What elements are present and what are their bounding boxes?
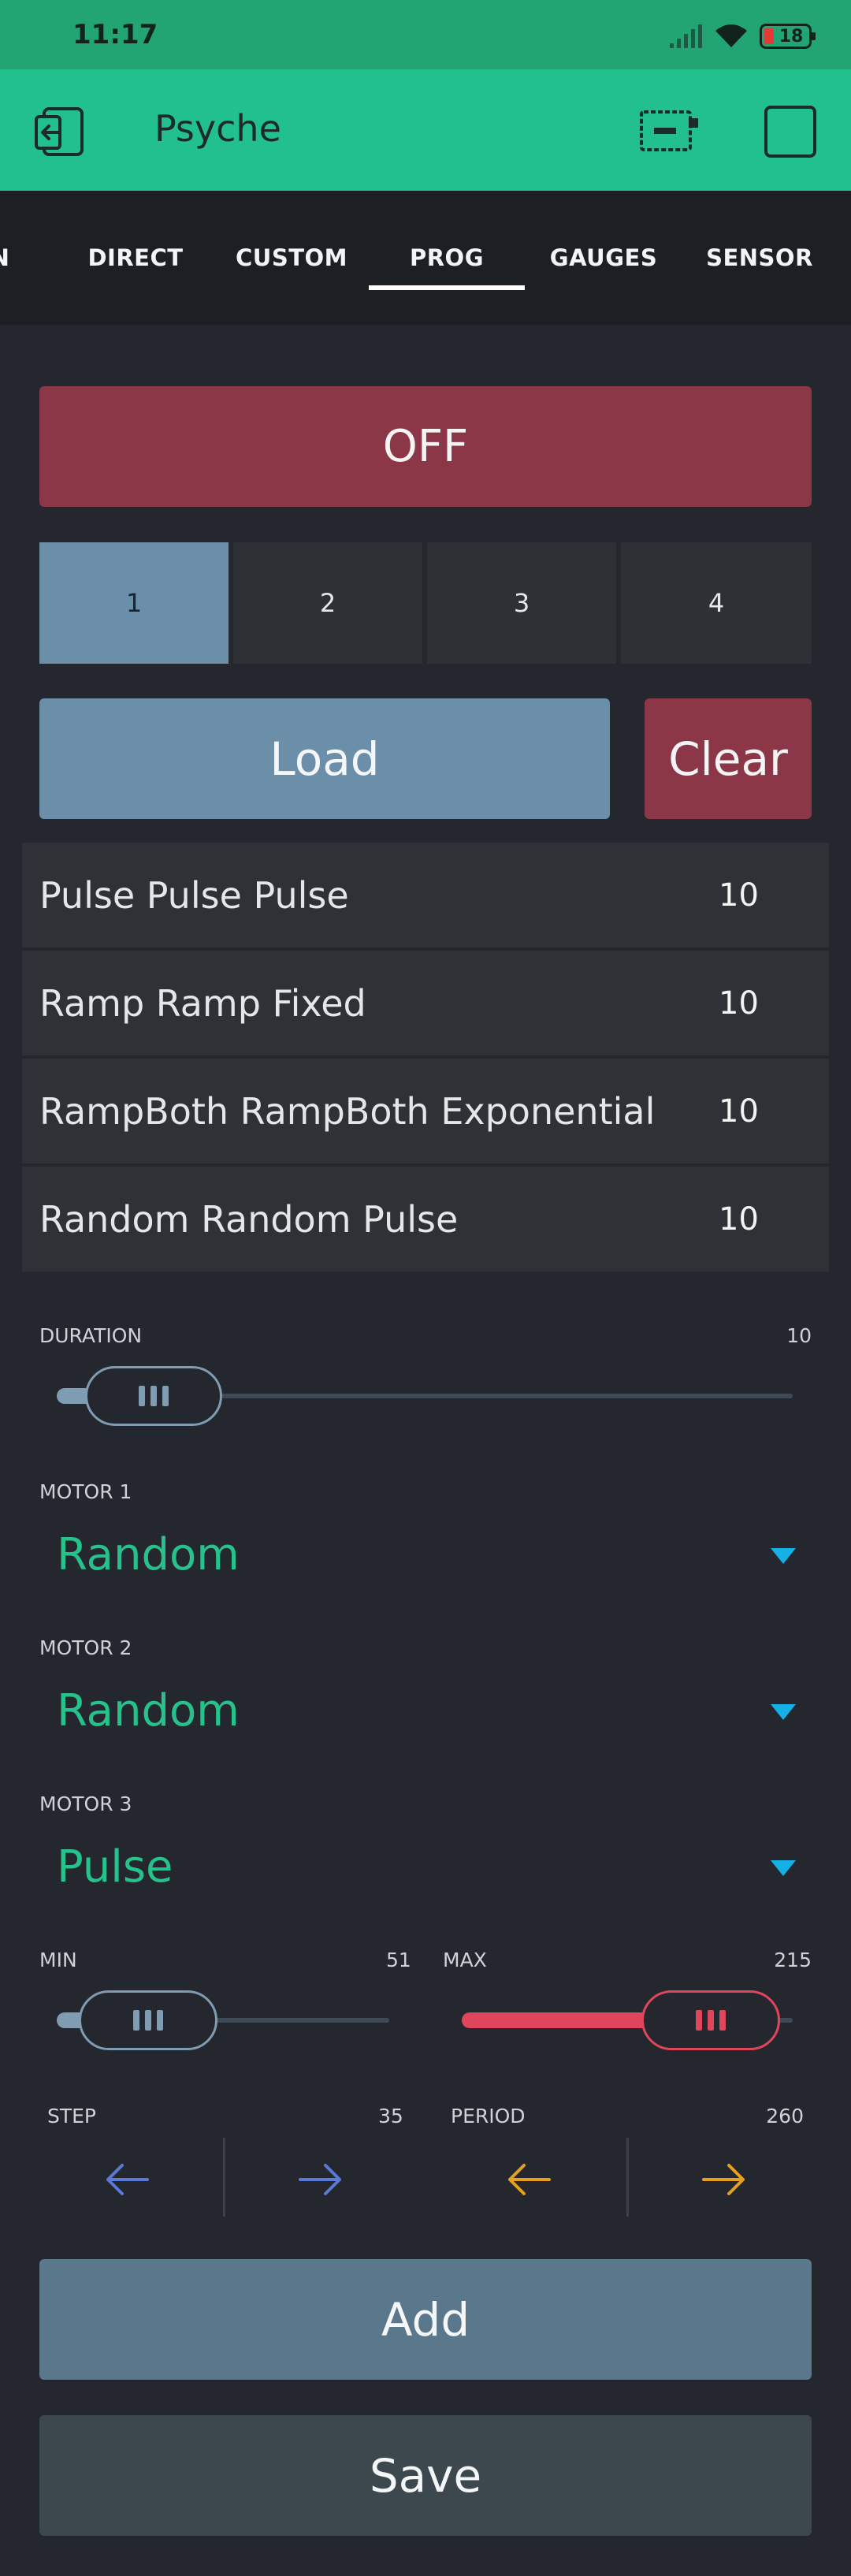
period-decrease-button[interactable] — [485, 2136, 572, 2223]
tab-direct[interactable]: DIRECT — [76, 191, 195, 325]
min-value: 51 — [386, 1949, 411, 1971]
battery-icon: 18 — [760, 24, 816, 49]
divider — [223, 2138, 225, 2217]
program-name: Random Random Pulse — [39, 1198, 459, 1241]
tab-custom[interactable]: CUSTOM — [233, 191, 350, 325]
wifi-icon — [715, 24, 747, 47]
segment-1[interactable]: 1 — [39, 542, 229, 664]
period-label: PERIOD — [451, 2105, 526, 2127]
motor2-label: MOTOR 2 — [39, 1636, 132, 1659]
motor3-value: Pulse — [57, 1841, 173, 1893]
load-button[interactable]: Load — [39, 698, 610, 819]
tab-partial[interactable]: N — [0, 191, 16, 325]
arrow-right-icon — [299, 2164, 341, 2195]
status-bar: 11:17 18 — [0, 0, 851, 69]
chevron-down-icon — [771, 1704, 796, 1720]
min-label: MIN — [39, 1949, 77, 1971]
divider — [626, 2138, 629, 2217]
arrow-left-icon — [508, 2164, 551, 2195]
power-button-label: OFF — [382, 421, 469, 472]
app-title: Psyche — [154, 107, 281, 150]
app-bar: Psyche — [0, 69, 851, 191]
chevron-down-icon — [771, 1548, 796, 1564]
tab-gauges[interactable]: GAUGES — [550, 191, 657, 325]
motor1-label: MOTOR 1 — [39, 1480, 132, 1503]
segment-2[interactable]: 2 — [233, 542, 422, 664]
segment-3[interactable]: 3 — [427, 542, 616, 664]
signal-icon — [670, 24, 702, 48]
duration-slider-thumb[interactable] — [85, 1366, 222, 1426]
square-icon[interactable] — [764, 106, 816, 158]
motor3-label: MOTOR 3 — [39, 1792, 132, 1815]
save-button[interactable]: Save — [39, 2415, 812, 2536]
duration-label: DURATION — [39, 1324, 143, 1347]
segment-4[interactable]: 4 — [621, 542, 812, 664]
list-item[interactable]: Pulse Pulse Pulse 10 — [22, 843, 829, 947]
max-label: MAX — [443, 1949, 487, 1971]
add-button-label: Add — [381, 2292, 470, 2347]
program-value: 10 — [719, 1093, 759, 1130]
step-increase-button[interactable] — [277, 2136, 364, 2223]
program-value: 10 — [719, 1201, 759, 1238]
arrow-left-icon — [106, 2164, 149, 2195]
tab-prog[interactable]: PROG — [369, 191, 525, 325]
clear-button-label: Clear — [668, 731, 788, 786]
max-slider-fill — [462, 2012, 662, 2028]
program-name: Ramp Ramp Fixed — [39, 982, 366, 1025]
power-button[interactable]: OFF — [39, 386, 812, 507]
min-slider-thumb[interactable] — [79, 1990, 217, 2050]
program-value: 10 — [719, 985, 759, 1022]
max-value: 215 — [774, 1949, 812, 1971]
step-label: STEP — [47, 2105, 97, 2127]
list-item[interactable]: Ramp Ramp Fixed 10 — [22, 951, 829, 1055]
tab-sensor[interactable]: SENSOR — [703, 191, 816, 325]
list-item[interactable]: RampBoth RampBoth Exponential 10 — [22, 1059, 829, 1163]
exit-icon[interactable] — [33, 106, 87, 158]
program-name: RampBoth RampBoth Exponential — [39, 1090, 656, 1133]
tab-bar: N DIRECT CUSTOM PROG GAUGES SENSOR — [0, 191, 851, 325]
duration-value: 10 — [786, 1324, 812, 1347]
clear-button[interactable]: Clear — [645, 698, 812, 819]
system-icons: 18 — [668, 20, 816, 52]
step-decrease-button[interactable] — [84, 2136, 170, 2223]
status-time: 11:17 — [72, 19, 158, 50]
period-value: 260 — [766, 2105, 804, 2127]
load-button-label: Load — [269, 731, 380, 786]
chevron-down-icon — [771, 1860, 796, 1876]
motor2-value: Random — [57, 1685, 240, 1737]
battery-level: 18 — [779, 26, 804, 47]
motor1-value: Random — [57, 1529, 240, 1580]
program-name: Pulse Pulse Pulse — [39, 874, 349, 917]
step-value: 35 — [378, 2105, 403, 2127]
arrow-right-icon — [702, 2164, 745, 2195]
list-item[interactable]: Random Random Pulse 10 — [22, 1167, 829, 1271]
max-slider-thumb[interactable] — [641, 1990, 780, 2050]
program-value: 10 — [719, 877, 759, 914]
add-button[interactable]: Add — [39, 2259, 812, 2380]
device-icon[interactable] — [638, 107, 701, 154]
save-button-label: Save — [369, 2448, 482, 2503]
period-increase-button[interactable] — [681, 2136, 767, 2223]
